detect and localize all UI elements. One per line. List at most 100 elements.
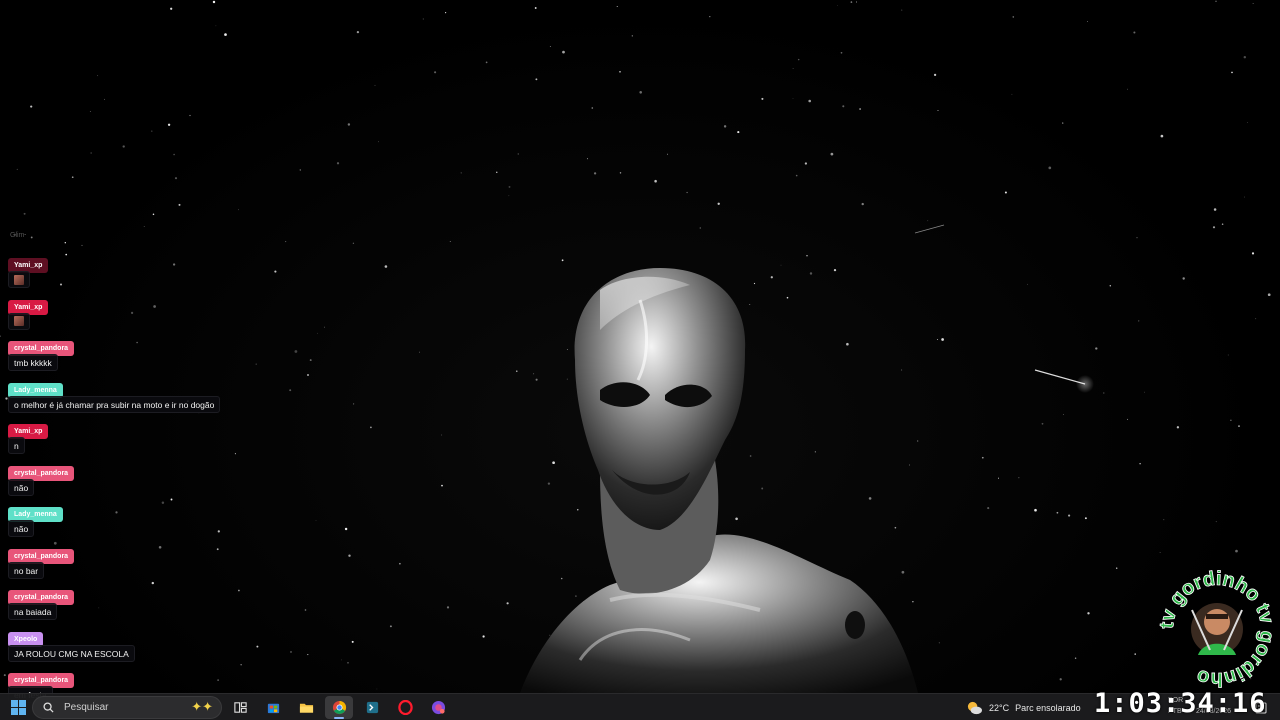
star [619, 70, 621, 73]
star [1267, 293, 1271, 297]
chat-overlay: Glim Yami_xp Yami_xp crystal_pandora tmb kk… [6, 232, 236, 715]
star [240, 664, 242, 666]
star [631, 35, 633, 37]
weather-widget[interactable]: 22°C Parc ensolarado [966, 696, 1086, 719]
star [508, 185, 511, 188]
tv-gordinho-logo: tv gordinho tv gordinho [1156, 567, 1279, 690]
emote-image [14, 316, 24, 326]
star [143, 225, 145, 227]
star [1109, 285, 1112, 287]
star [441, 434, 443, 436]
star [927, 220, 929, 222]
star [593, 172, 597, 175]
star [71, 176, 74, 179]
star [761, 97, 764, 100]
star [1251, 252, 1255, 255]
stream-timer: 1:03:34:16 [1094, 688, 1267, 719]
chat-message-text: não [8, 520, 35, 537]
star [1182, 277, 1185, 280]
taskbar-file-explorer[interactable] [292, 696, 320, 719]
taskbar-chrome[interactable] [325, 696, 353, 719]
chat-message-text: n [8, 437, 25, 454]
star [806, 255, 808, 257]
star [808, 99, 811, 103]
star [855, 1, 858, 3]
search-placeholder: Pesquisar [64, 702, 109, 713]
star [353, 403, 355, 405]
star [167, 123, 171, 126]
taskbar-opera[interactable] [391, 696, 419, 719]
opera-icon [397, 700, 413, 715]
star [1034, 508, 1037, 512]
chat-message: crystal_pandora na baiada [6, 590, 236, 632]
star [1062, 122, 1064, 124]
taskbar-media-app[interactable] [424, 696, 452, 719]
star [723, 125, 727, 128]
chat-message: Yami_xp [6, 258, 236, 300]
star [1048, 166, 1052, 170]
star [1041, 422, 1044, 425]
star [534, 7, 537, 9]
star [1011, 93, 1013, 95]
star [97, 75, 99, 77]
star [90, 152, 92, 154]
star [840, 51, 843, 54]
star [797, 58, 800, 61]
star [830, 152, 834, 156]
star [215, 25, 217, 27]
star [1176, 426, 1180, 429]
star [566, 378, 568, 380]
star [535, 378, 538, 381]
star [837, 4, 839, 6]
star [933, 73, 937, 77]
star [1230, 419, 1232, 421]
star [224, 33, 227, 36]
emote-image [14, 274, 24, 285]
star [792, 68, 794, 69]
star [16, 168, 18, 170]
taskbar-terminal[interactable] [358, 696, 386, 719]
star [792, 98, 794, 99]
star [389, 625, 392, 628]
star [212, 0, 216, 4]
star [255, 363, 257, 365]
star [238, 589, 240, 592]
start-button[interactable] [6, 696, 30, 719]
star [997, 477, 1000, 479]
star [370, 426, 372, 429]
star [809, 272, 813, 275]
star [1215, 0, 1217, 2]
star [639, 91, 642, 94]
search-box[interactable]: Pesquisar ✦✦ [32, 696, 222, 719]
star [1074, 657, 1077, 659]
star [1212, 226, 1216, 229]
chat-message-text: no bar [8, 561, 45, 579]
star [347, 662, 349, 664]
star [566, 349, 568, 350]
star [1139, 463, 1141, 465]
star [912, 601, 914, 603]
star [749, 455, 752, 457]
taskbar-task-view[interactable] [226, 696, 254, 719]
star [1018, 477, 1020, 479]
star [324, 326, 325, 328]
chat-message-text: o melhor é já chamar pra subir na moto e… [8, 395, 221, 413]
star [981, 456, 984, 459]
taskbar-microsoft-store[interactable] [259, 696, 287, 719]
chat-message: Yami_xp n [6, 424, 236, 466]
star [1084, 517, 1087, 520]
chat-message-text: tmb kkkkk [8, 354, 58, 371]
star [1103, 392, 1105, 394]
star [151, 130, 153, 132]
star [987, 507, 990, 510]
chat-header: Glim [10, 232, 25, 239]
star [89, 111, 91, 112]
star [23, 212, 26, 215]
star [30, 105, 33, 108]
star [619, 172, 622, 174]
star [1115, 567, 1118, 569]
star [1255, 318, 1257, 320]
chat-message: Yami_xp [6, 299, 236, 342]
star [753, 282, 756, 285]
chat-message: Lady_menna o melhor é já chamar pra subir… [6, 382, 236, 425]
